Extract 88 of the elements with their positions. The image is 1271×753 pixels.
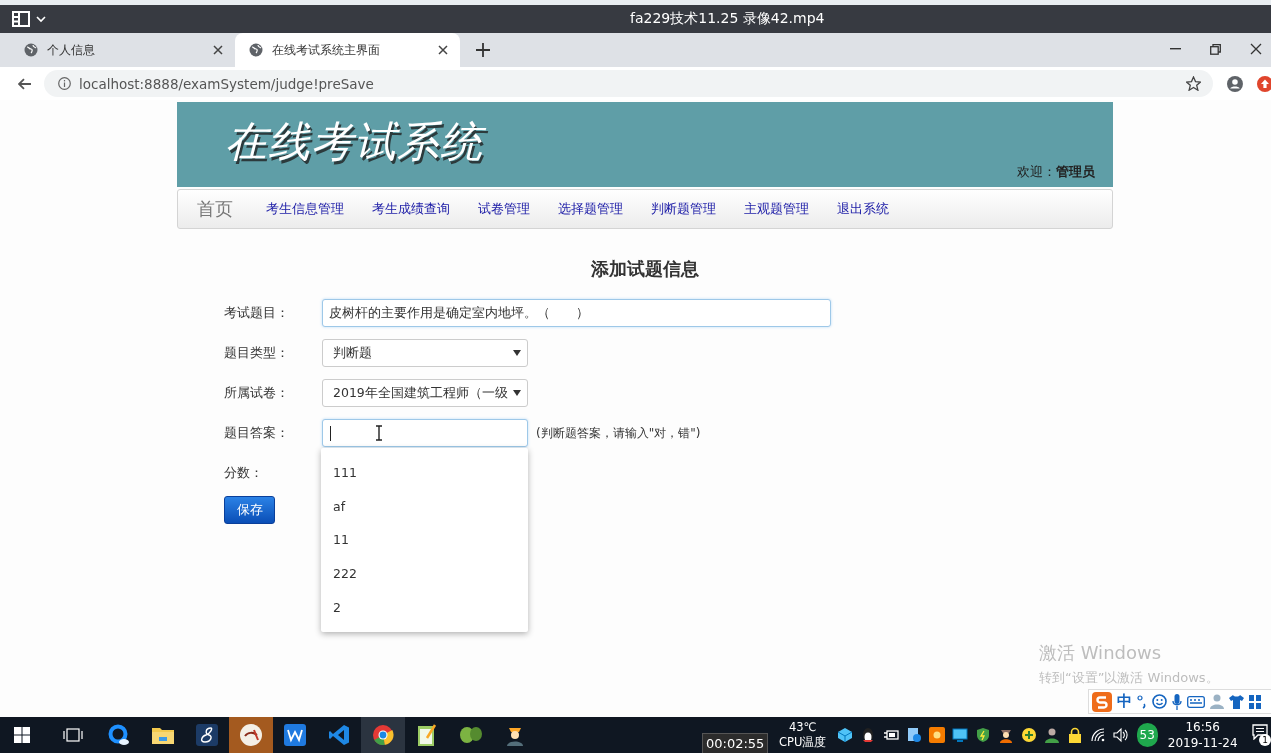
home-link[interactable]: 首页 <box>197 197 233 221</box>
activation-message: 转到“设置”以激活 Windows。 <box>1039 669 1219 687</box>
close-icon[interactable] <box>438 45 448 55</box>
wifi-icon[interactable] <box>1089 727 1106 743</box>
volume-icon[interactable] <box>1112 727 1129 743</box>
nav-link[interactable]: 主观题管理 <box>744 200 809 218</box>
figure-icon[interactable] <box>997 727 1014 743</box>
sun-icon[interactable] <box>928 727 945 743</box>
leaf-app-icon[interactable] <box>458 725 483 745</box>
select-field[interactable]: 2019年全国建筑工程师（一级 <box>322 379 528 407</box>
clock-date[interactable]: 2019-11-24 <box>1167 735 1238 751</box>
welcome-text: 欢迎：管理员 <box>1017 163 1096 181</box>
profile-icon[interactable] <box>1227 75 1244 92</box>
dropdown-arrow-icon <box>513 390 521 396</box>
browser-tab[interactable]: 个人信息 <box>10 33 235 67</box>
chevron-down-icon[interactable] <box>36 15 46 23</box>
monitor-icon[interactable] <box>951 727 968 743</box>
autocomplete-option[interactable]: 11 <box>321 523 528 558</box>
windows-logo-icon[interactable] <box>14 727 30 743</box>
i-beam-pointer-icon <box>375 425 383 441</box>
code-editor-icon[interactable] <box>327 724 350 746</box>
globe-icon <box>24 43 38 57</box>
autocomplete-option[interactable]: 111 <box>321 456 528 490</box>
microphone-icon[interactable] <box>1172 693 1182 710</box>
autocomplete-option[interactable]: 222 <box>321 557 528 591</box>
star-icon[interactable] <box>1186 76 1202 91</box>
folder-icon[interactable] <box>151 726 174 744</box>
field-label: 题目答案： <box>224 424 290 442</box>
layout-icon[interactable] <box>12 11 30 27</box>
extension-icon[interactable] <box>1257 75 1271 92</box>
form-title: 添加试题信息 <box>590 258 700 280</box>
clock-time[interactable]: 16:56 <box>1167 719 1238 735</box>
person-icon[interactable] <box>1043 727 1060 743</box>
browser-icon[interactable] <box>371 724 394 746</box>
activation-heading: 激活 Windows <box>1039 641 1163 665</box>
shield-icon[interactable] <box>974 727 991 743</box>
cube-icon[interactable] <box>836 727 853 743</box>
nav-link[interactable]: 判断题管理 <box>651 200 716 218</box>
temperature-value: 43℃ <box>787 720 818 735</box>
ring-app-icon[interactable] <box>107 724 130 746</box>
task-view-icon[interactable] <box>63 728 84 742</box>
document-icon[interactable] <box>905 727 922 743</box>
keyboard-icon[interactable] <box>1187 695 1205 708</box>
round-badge-app-icon[interactable] <box>238 723 263 747</box>
temperature-label: CPU温度 <box>778 735 827 750</box>
restore-icon[interactable] <box>1210 43 1221 55</box>
minimize-icon[interactable] <box>1170 48 1181 50</box>
lock-icon[interactable] <box>1066 727 1083 743</box>
field-label: 考试题目： <box>224 304 290 322</box>
plus-icon[interactable] <box>476 43 490 57</box>
back-arrow-icon[interactable] <box>18 77 32 90</box>
close-icon[interactable] <box>213 45 223 55</box>
tooltip: 00:02:55 <box>702 733 769 753</box>
select-field[interactable]: 判断题 <box>322 339 528 367</box>
input-mode[interactable]: 中 <box>1117 692 1132 711</box>
field-label: 题目类型： <box>224 344 290 362</box>
notification-button[interactable]: 1 <box>1251 724 1271 746</box>
dropdown-arrow-icon <box>513 350 521 356</box>
s-logo-icon[interactable] <box>1092 691 1112 712</box>
punctuation-icon[interactable] <box>1137 694 1147 709</box>
smiley-icon[interactable] <box>1152 694 1167 709</box>
close-icon[interactable] <box>1250 43 1262 55</box>
window-title: fa229技术11.25 录像42.mp4 <box>630 10 825 28</box>
document-app-icon[interactable] <box>283 724 306 746</box>
info-icon[interactable] <box>57 77 71 90</box>
text-field[interactable]: 皮树杆的主要作用是确定室内地坪。（ ） <box>322 299 831 327</box>
nav-link[interactable]: 考生成绩查询 <box>372 200 450 218</box>
text-caret <box>330 425 331 441</box>
hint-text: (判断题答案，请输入"对，错") <box>536 424 701 442</box>
grid-icon[interactable] <box>1249 694 1261 709</box>
field-label: 所属试卷： <box>224 384 290 402</box>
notepad-icon[interactable] <box>416 724 437 746</box>
plug-icon[interactable] <box>882 727 899 743</box>
nav-link[interactable]: 选择题管理 <box>558 200 623 218</box>
save-button[interactable]: 保存 <box>224 496 275 524</box>
swirl-app-icon[interactable] <box>195 724 218 746</box>
autocomplete-option[interactable]: 2 <box>321 590 528 625</box>
nav-link[interactable]: 考生信息管理 <box>266 200 344 218</box>
nav-link[interactable]: 退出系统 <box>837 200 889 218</box>
autocomplete-option[interactable]: af <box>321 489 528 524</box>
browser-tab[interactable]: 在线考试系统主界面 <box>235 33 460 67</box>
field-label: 分数： <box>224 464 264 482</box>
globe-icon <box>249 43 263 57</box>
address-field[interactable]: localhost:8888/examSystem/judge!preSave <box>43 70 1214 97</box>
shirt-icon[interactable] <box>1229 694 1244 709</box>
answer-field[interactable] <box>322 419 528 447</box>
nav-link[interactable]: 试卷管理 <box>478 200 530 218</box>
plus-circle-icon[interactable] <box>1020 727 1037 743</box>
